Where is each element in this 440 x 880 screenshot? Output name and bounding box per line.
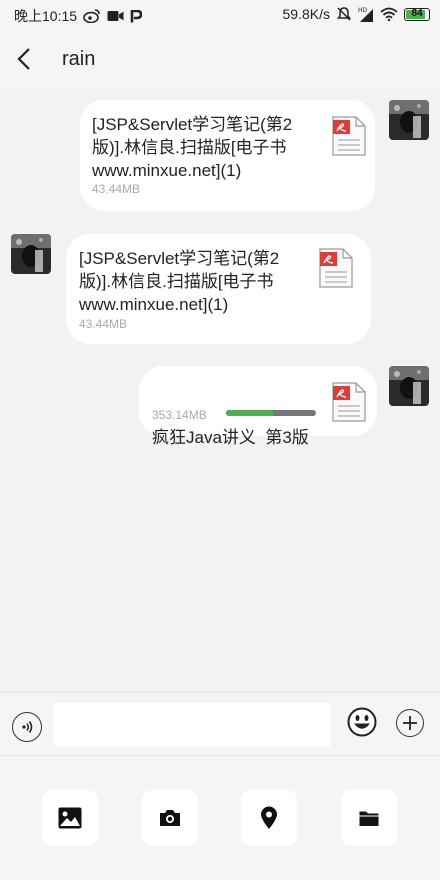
image-icon [58, 807, 82, 829]
wifi-icon [380, 7, 398, 21]
file-size: 353.14MB [152, 408, 207, 422]
file-size: 43.44MB [92, 182, 141, 196]
plus-icon [403, 716, 417, 730]
camera-button[interactable] [142, 790, 198, 846]
svg-text:HD: HD [358, 7, 368, 14]
file-bubble[interactable]: [JSP&Servlet学习笔记(第2 版)].林信良.扫描版[电子书 www.… [66, 234, 371, 344]
file-name-line: www.minxue.net](1) [92, 161, 242, 180]
chat-header: rain [0, 28, 440, 90]
avatar-image [389, 366, 429, 406]
file-name-line: www.minxue.net](1) [79, 295, 229, 314]
avatar[interactable] [389, 366, 429, 406]
camera-icon [160, 810, 180, 826]
location-button[interactable] [241, 790, 297, 846]
network-speed: 59.8K/s [282, 6, 330, 22]
location-icon [261, 806, 277, 829]
folder-button[interactable] [341, 790, 397, 846]
input-bar [0, 692, 440, 756]
avatar[interactable] [389, 100, 429, 140]
status-bar: 晚上10:15 59.8K/s HD 84 [0, 0, 440, 28]
file-size: 43.44MB [79, 317, 128, 331]
attachment-panel [0, 757, 440, 880]
file-name-line: 版)].林信良.扫描版[电子书 [79, 272, 274, 291]
battery-icon: 84 [404, 7, 430, 21]
file-name-line: 版)].林信良.扫描版[电子书 [92, 138, 287, 157]
pdf-file-icon [332, 382, 366, 422]
video-camera-icon [107, 11, 124, 21]
upload-progress-bar [226, 410, 316, 416]
emoji-icon[interactable] [347, 707, 377, 737]
image-button[interactable] [42, 790, 98, 846]
mute-icon [337, 7, 351, 21]
plus-button[interactable] [396, 709, 424, 737]
avatar[interactable] [11, 234, 51, 274]
file-name-line: 疯狂Java讲义 第3版 [152, 428, 309, 447]
avatar-image [389, 100, 429, 140]
weibo-icon [83, 9, 100, 23]
pdf-file-icon [332, 116, 366, 156]
file-bubble[interactable]: 疯狂Java讲义 第3版 353.14MB [139, 366, 377, 447]
status-time: 晚上10:15 [14, 8, 78, 24]
message-input[interactable] [54, 703, 331, 747]
voice-button[interactable] [12, 712, 42, 742]
p-app-icon [130, 9, 143, 22]
chat-title: rain [62, 48, 96, 70]
back-arrow-icon [17, 48, 30, 70]
folder-icon [359, 811, 379, 826]
file-name-line: [JSP&Servlet学习笔记(第2 [79, 249, 280, 268]
avatar-image [11, 234, 51, 274]
voice-icon [22, 721, 33, 733]
chat-area[interactable]: [JSP&Servlet学习笔记(第2 版)].林信良.扫描版[电子书 www.… [0, 90, 440, 692]
hd-signal-icon: HD [358, 7, 373, 22]
file-bubble[interactable]: [JSP&Servlet学习笔记(第2 版)].林信良.扫描版[电子书 www.… [80, 100, 375, 211]
pdf-file-icon [319, 248, 353, 288]
battery-level: 84 [411, 7, 423, 19]
back-button[interactable] [8, 43, 40, 75]
file-name-line: [JSP&Servlet学习笔记(第2 [92, 115, 293, 134]
